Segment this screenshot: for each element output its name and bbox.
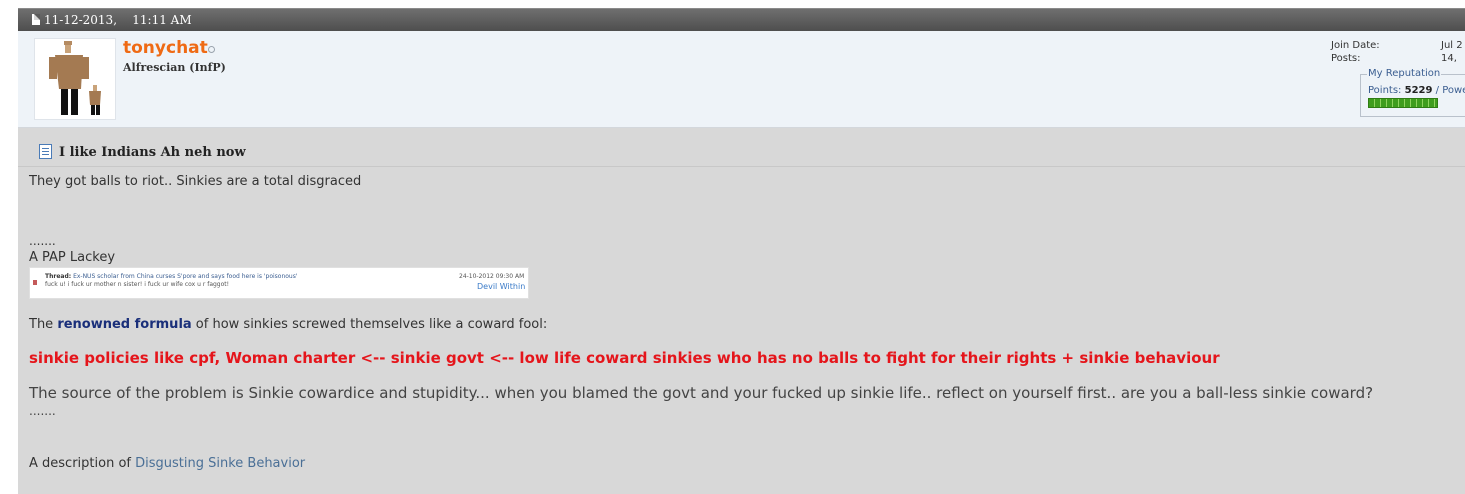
post-title-row: I like Indians Ah neh now: [18, 142, 1465, 167]
post-time: 11:11 AM: [132, 13, 192, 27]
reputation-box: My Reputation Points: 5229 / Power: 1: [1360, 68, 1465, 117]
formula-prefix: The: [29, 317, 58, 332]
signature-dots: .......: [29, 234, 56, 248]
power-label: / Power: 1: [1435, 85, 1465, 96]
avatar-image: [49, 41, 101, 115]
embed-date: 24-10-2012 09:30 AM: [459, 273, 525, 280]
thread-bullet-icon: [33, 280, 37, 285]
reputation-bar: [1368, 98, 1438, 108]
reputation-points: Points: 5229 / Power: 1: [1368, 85, 1465, 96]
user-stats: Join Date: Jul 2 Posts: 14,: [1331, 39, 1465, 65]
description-prefix: A description of: [29, 456, 136, 471]
post-icon: [39, 144, 52, 159]
disgusting-behavior-link[interactable]: Disgusting Sinke Behavior: [135, 456, 305, 471]
user-title: Alfrescian (InfP): [123, 61, 226, 74]
embed-snippet: fuck u! i fuck ur mother n sister! i fuc…: [45, 281, 230, 288]
post-content: I like Indians Ah neh now They got balls…: [18, 128, 1465, 494]
join-date-label: Join Date:: [1331, 40, 1380, 51]
username-link[interactable]: tonychat: [123, 38, 208, 58]
embed-thread-title: Ex-NUS scholar from China curses S'pore …: [73, 273, 298, 280]
document-icon: [32, 14, 40, 25]
posts-label: Posts:: [1331, 53, 1361, 64]
post-date: 11-12-2013, 11:11 AM: [44, 9, 192, 31]
embed-author: Devil Within: [477, 282, 526, 291]
post-body-line: They got balls to riot.. Sinkies are a t…: [29, 174, 362, 189]
user-info-panel: tonychat Alfrescian (InfP) Join Date: Ju…: [18, 31, 1465, 128]
post-date-value: 11-12-2013,: [44, 13, 118, 27]
post-title: I like Indians Ah neh now: [59, 145, 246, 160]
signature-dots-2: .......: [29, 404, 56, 418]
source-problem-text: The source of the problem is Sinkie cowa…: [29, 385, 1454, 420]
online-status-icon: [208, 46, 215, 53]
embed-thread-label: Thread:: [45, 273, 72, 280]
points-label: Points:: [1368, 85, 1402, 96]
join-date-value: Jul 2: [1441, 40, 1463, 51]
formula-suffix: of how sinkies screwed themselves like a…: [191, 317, 548, 332]
posts-row: Posts: 14,: [1331, 52, 1465, 65]
points-value: 5229: [1404, 85, 1433, 96]
reputation-legend: My Reputation: [1367, 68, 1442, 79]
join-date-row: Join Date: Jul 2: [1331, 39, 1465, 52]
renowned-formula-link[interactable]: renowned formula: [57, 317, 191, 332]
signature-lackey: A PAP Lackey: [29, 250, 116, 265]
source-problem-sentence: The source of the problem is Sinkie cowa…: [29, 384, 1374, 402]
avatar[interactable]: [34, 38, 116, 120]
description-line: A description of Disgusting Sinke Behavi…: [29, 456, 305, 471]
formula-line: The renowned formula of how sinkies scre…: [29, 317, 547, 332]
embed-thread-line: Thread: Ex-NUS scholar from China curses…: [45, 273, 298, 280]
post-header: 11-12-2013, 11:11 AM: [18, 8, 1465, 31]
signature-embedded-image[interactable]: Thread: Ex-NUS scholar from China curses…: [29, 267, 529, 299]
formula-red-text: sinkie policies like cpf, Woman charter …: [29, 349, 1220, 367]
posts-value: 14,: [1441, 53, 1457, 64]
